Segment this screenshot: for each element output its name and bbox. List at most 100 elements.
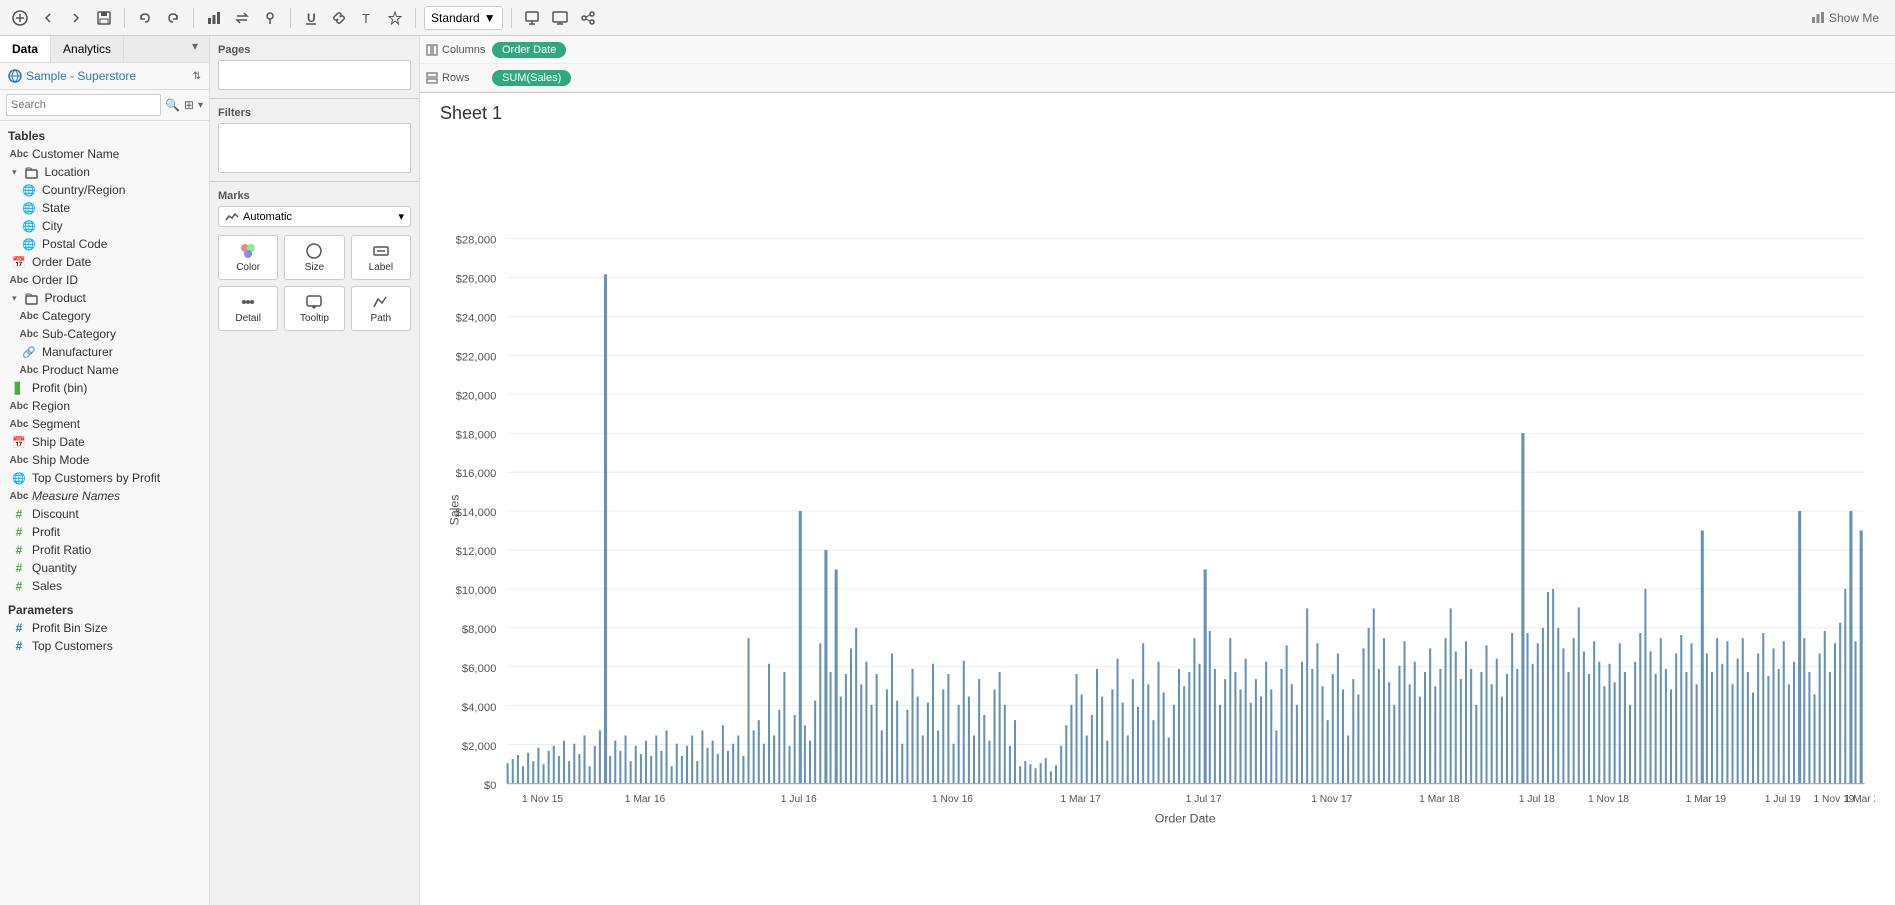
rows-sum-sales-pill[interactable]: SUM(Sales) xyxy=(492,70,571,86)
field-sales[interactable]: # Sales xyxy=(0,577,209,595)
field-measure-names[interactable]: Abc Measure Names xyxy=(0,487,209,505)
field-manufacturer[interactable]: 🔗 Manufacturer xyxy=(0,343,209,361)
size-mark-button[interactable]: Size xyxy=(284,235,344,280)
bar-icon: ▋ xyxy=(12,381,26,395)
svg-text:1 Mar 18: 1 Mar 18 xyxy=(1419,794,1460,805)
underline-icon[interactable]: U xyxy=(299,6,323,30)
detail-mark-button[interactable]: Detail xyxy=(218,286,278,331)
redo-icon[interactable] xyxy=(161,6,185,30)
back-icon[interactable] xyxy=(36,6,60,30)
field-profit-ratio[interactable]: # Profit Ratio xyxy=(0,541,209,559)
share-icon[interactable] xyxy=(576,6,600,30)
shelf-area: Columns Order Date Rows SUM(Sales) xyxy=(420,36,1895,93)
tooltip-mark-icon xyxy=(305,293,323,311)
field-customer-name[interactable]: Abc Customer Name xyxy=(0,145,209,163)
svg-text:$4,000: $4,000 xyxy=(462,702,496,714)
marks-section: Marks Automatic ▾ Color xyxy=(210,182,419,347)
fields-list: Tables Abc Customer Name ▾ Location 🌐 Co… xyxy=(0,121,209,905)
columns-icon xyxy=(426,44,438,56)
field-region[interactable]: Abc Region xyxy=(0,397,209,415)
search-input[interactable] xyxy=(6,94,161,116)
svg-text:$22,000: $22,000 xyxy=(456,351,497,363)
svg-text:$18,000: $18,000 xyxy=(456,429,497,441)
field-profit[interactable]: # Profit xyxy=(0,523,209,541)
field-profit-bin-size[interactable]: # Profit Bin Size xyxy=(0,619,209,637)
svg-text:T: T xyxy=(362,11,370,26)
search-icon[interactable]: 🔍 xyxy=(165,98,180,112)
field-order-date[interactable]: 📅 Order Date xyxy=(0,253,209,271)
grid-icon[interactable]: ⊞ xyxy=(184,98,194,112)
field-segment[interactable]: Abc Segment xyxy=(0,415,209,433)
link-icon[interactable] xyxy=(327,6,351,30)
show-me-icon xyxy=(1811,11,1825,25)
hash-icon-2: # xyxy=(12,525,26,539)
star-icon[interactable] xyxy=(383,6,407,30)
source-options-icon[interactable]: ⇅ xyxy=(193,71,201,82)
bar-chart-icon[interactable] xyxy=(202,6,226,30)
field-country-region[interactable]: 🌐 Country/Region xyxy=(0,181,209,199)
field-state[interactable]: 🌐 State xyxy=(0,199,209,217)
field-top-customers-param[interactable]: # Top Customers xyxy=(0,637,209,655)
detail-mark-icon xyxy=(239,293,257,311)
show-me-button[interactable]: Show Me xyxy=(1803,7,1887,29)
monitor-icon[interactable] xyxy=(548,6,572,30)
middle-panel: Pages Filters Marks Automatic ▾ xyxy=(210,36,420,905)
source-name: Sample - Superstore xyxy=(26,69,136,83)
color-mark-button[interactable]: Color xyxy=(218,235,278,280)
field-location[interactable]: ▾ Location xyxy=(0,163,209,181)
abc-icon-8: Abc xyxy=(12,453,26,467)
pages-section: Pages xyxy=(210,36,419,99)
standard-dropdown[interactable]: Standard ▼ xyxy=(424,6,503,30)
color-mark-icon xyxy=(239,242,257,260)
field-postal-code[interactable]: 🌐 Postal Code xyxy=(0,235,209,253)
pages-drop-area[interactable] xyxy=(218,60,411,90)
home-icon[interactable] xyxy=(8,6,32,30)
field-product-name[interactable]: Abc Product Name xyxy=(0,361,209,379)
main-layout: Data Analytics ▾ Sample - Superstore ⇅ 🔍… xyxy=(0,36,1895,905)
undo-icon[interactable] xyxy=(133,6,157,30)
tab-data[interactable]: Data xyxy=(0,36,51,62)
path-mark-button[interactable]: Path xyxy=(351,286,411,331)
columns-label: Columns xyxy=(426,44,486,56)
abc-icon-2: Abc xyxy=(12,273,26,287)
forward-icon[interactable] xyxy=(64,6,88,30)
chart-wrapper: $28,000 $26,000 $24,000 $22,000 $20,000 … xyxy=(440,134,1875,886)
pages-title: Pages xyxy=(218,44,411,56)
field-top-customers[interactable]: 🌐 Top Customers by Profit xyxy=(0,469,209,487)
sep5 xyxy=(511,8,512,28)
svg-text:U: U xyxy=(307,11,316,25)
field-ship-mode[interactable]: Abc Ship Mode xyxy=(0,451,209,469)
abc-icon-5: Abc xyxy=(22,363,36,377)
field-city[interactable]: 🌐 City xyxy=(0,217,209,235)
columns-shelf: Columns Order Date xyxy=(420,36,1895,64)
path-mark-icon xyxy=(372,293,390,311)
tooltip-mark-button[interactable]: Tooltip xyxy=(284,286,344,331)
field-profit-bin[interactable]: ▋ Profit (bin) xyxy=(0,379,209,397)
filter-icon[interactable]: ▾ xyxy=(198,100,203,111)
pin-icon[interactable] xyxy=(258,6,282,30)
marks-buttons: Color Size Label xyxy=(218,235,411,331)
label-mark-button[interactable]: Label xyxy=(351,235,411,280)
tab-analytics[interactable]: Analytics xyxy=(51,36,124,62)
save-icon[interactable] xyxy=(92,6,116,30)
sheet-title: Sheet 1 xyxy=(440,103,1875,124)
field-discount[interactable]: # Discount xyxy=(0,505,209,523)
svg-text:1 Mar 19: 1 Mar 19 xyxy=(1686,794,1727,805)
field-order-id[interactable]: Abc Order ID xyxy=(0,271,209,289)
field-category[interactable]: Abc Category xyxy=(0,307,209,325)
swap-icon[interactable] xyxy=(230,6,254,30)
presentation-icon[interactable] xyxy=(520,6,544,30)
marks-type-dropdown[interactable]: Automatic ▾ xyxy=(218,206,411,227)
svg-text:1 Nov 15: 1 Nov 15 xyxy=(522,794,563,805)
filters-drop-area[interactable] xyxy=(218,123,411,173)
label-mark-icon xyxy=(372,242,390,260)
field-sub-category[interactable]: Abc Sub-Category xyxy=(0,325,209,343)
field-ship-date[interactable]: 📅 Ship Date xyxy=(0,433,209,451)
field-product[interactable]: ▾ Product xyxy=(0,289,209,307)
field-quantity[interactable]: # Quantity xyxy=(0,559,209,577)
text-icon[interactable]: T xyxy=(355,6,379,30)
svg-text:$28,000: $28,000 xyxy=(456,235,497,247)
columns-order-date-pill[interactable]: Order Date xyxy=(492,42,566,58)
panel-options-icon[interactable]: ▾ xyxy=(185,36,205,56)
svg-text:Sales: Sales xyxy=(447,495,461,526)
